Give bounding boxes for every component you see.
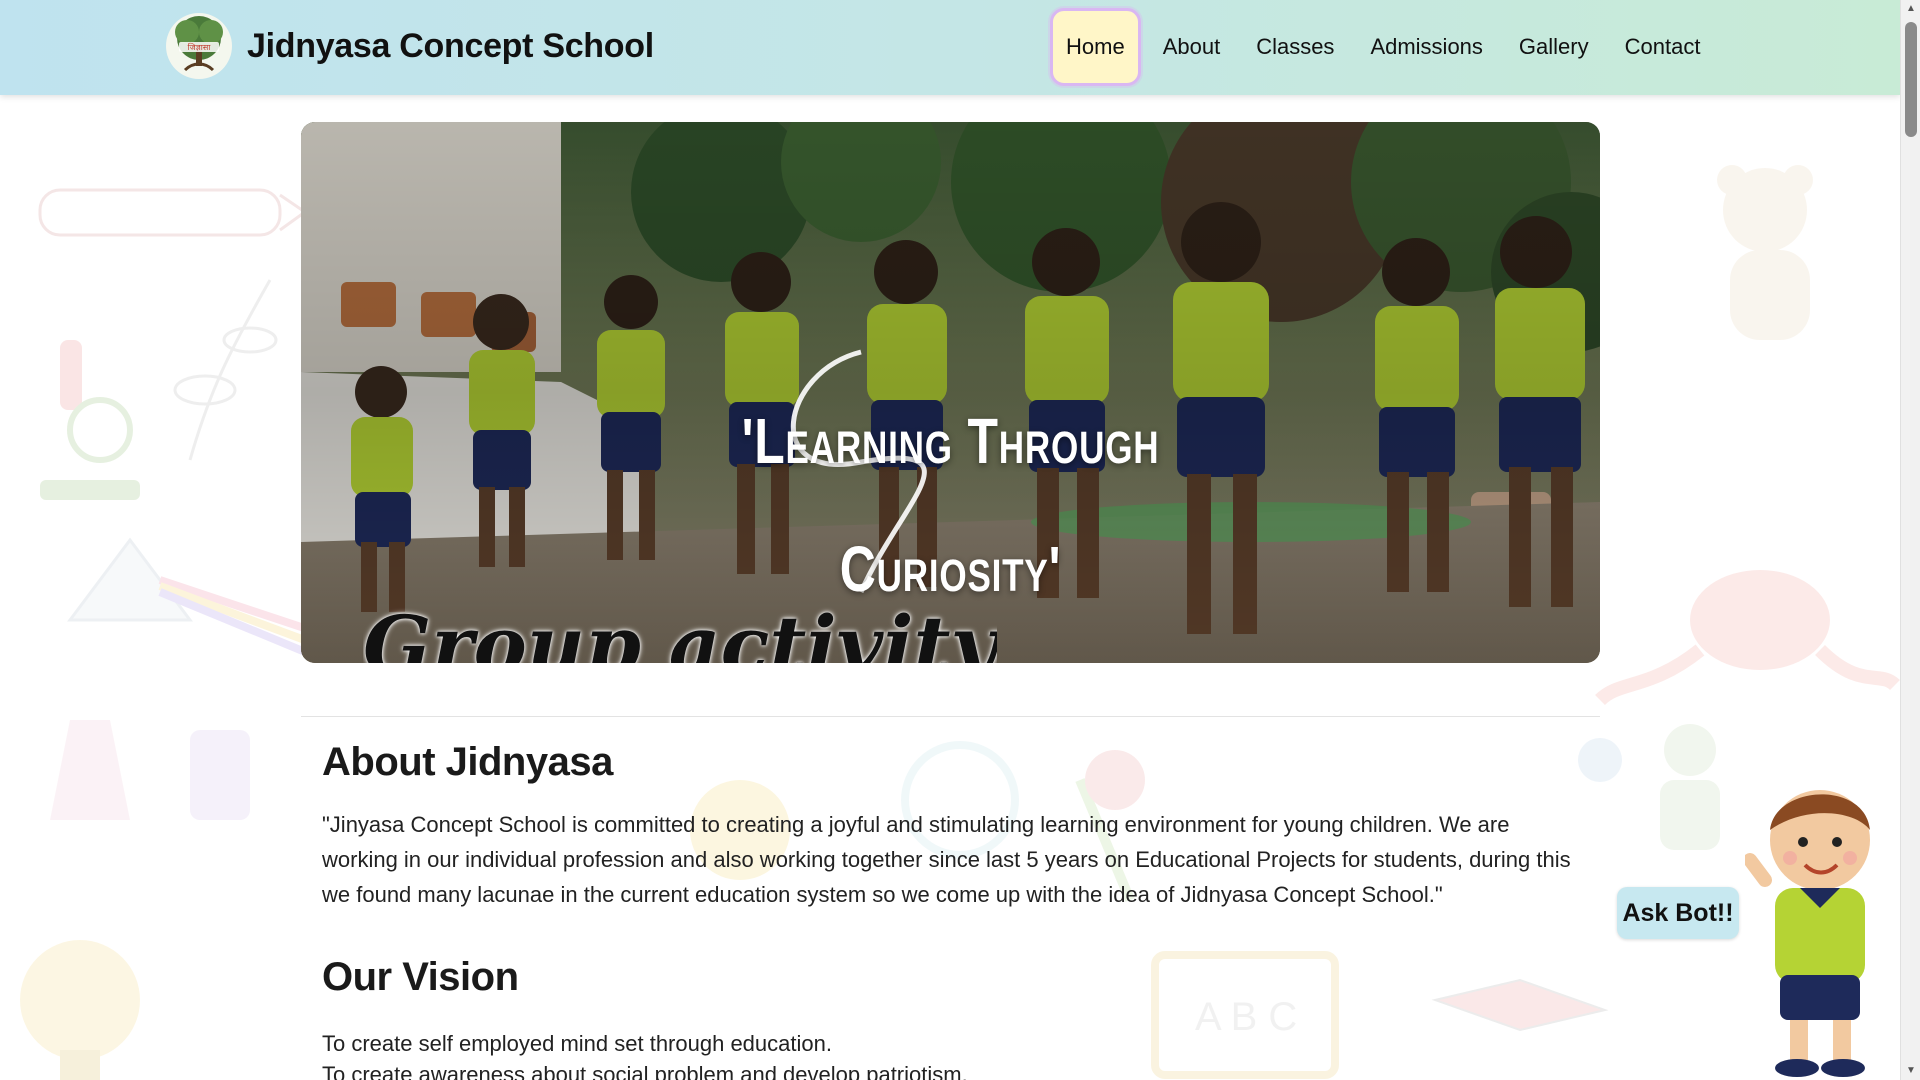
nav-about[interactable]: About bbox=[1145, 8, 1239, 86]
scroll-up-icon[interactable]: ▲ bbox=[1901, 0, 1920, 18]
scroll-thumb[interactable] bbox=[1905, 22, 1917, 137]
logo-wordmark: जिज्ञासा bbox=[188, 42, 212, 52]
tree-logo-icon[interactable]: जिज्ञासा bbox=[165, 12, 233, 80]
pencil-doodle-icon bbox=[38, 188, 308, 237]
vision-heading: Our Vision bbox=[322, 955, 519, 999]
top-navbar: जिज्ञासा Jidnyasa Concept School Home Ab… bbox=[0, 0, 1900, 95]
hero-title-line1: 'Learning Through bbox=[741, 405, 1160, 477]
main-nav: Home About Classes Admissions Gallery Co… bbox=[1050, 8, 1718, 86]
chatbot-mascot-icon[interactable] bbox=[1745, 780, 1885, 1080]
kids-doodle-icon bbox=[1578, 724, 1720, 850]
nav-home[interactable]: Home bbox=[1050, 8, 1141, 86]
vision-item: To create self employed mind set through… bbox=[322, 1031, 832, 1056]
prism-rainbow-icon bbox=[67, 537, 310, 658]
brand-name[interactable]: Jidnyasa Concept School bbox=[247, 27, 654, 66]
lightbulb-doodle-icon bbox=[20, 940, 140, 1080]
microscope-doodle-icon bbox=[40, 340, 140, 500]
about-heading: About Jidnyasa bbox=[322, 740, 613, 784]
page-scrollbar[interactable]: ▲ ▼ bbox=[1900, 0, 1920, 1080]
about-text: "Jinyasa Concept School is committed to … bbox=[322, 812, 1571, 907]
brand[interactable]: जिज्ञासा Jidnyasa Concept School bbox=[165, 12, 654, 80]
beakers-doodle-icon bbox=[50, 720, 250, 820]
octopus-doodle-icon bbox=[1595, 570, 1900, 706]
hero-caption: Group activity bbox=[363, 598, 997, 663]
ask-bot-button[interactable]: Ask Bot!! bbox=[1617, 887, 1739, 939]
section-divider bbox=[301, 716, 1600, 717]
nav-contact[interactable]: Contact bbox=[1607, 8, 1719, 86]
vision-list: To create self employed mind set through… bbox=[322, 1028, 1522, 1080]
nav-admissions[interactable]: Admissions bbox=[1352, 8, 1500, 86]
plant-doodle-icon bbox=[173, 279, 278, 461]
scroll-down-icon[interactable]: ▼ bbox=[1901, 1062, 1920, 1080]
vision-item: To create awareness about social problem… bbox=[322, 1062, 968, 1080]
nav-gallery[interactable]: Gallery bbox=[1501, 8, 1607, 86]
nav-classes[interactable]: Classes bbox=[1238, 8, 1352, 86]
main-content: About Jidnyasa "Jinyasa Concept School i… bbox=[322, 740, 1582, 1080]
teddy-bear-doodle-icon bbox=[1717, 165, 1813, 340]
hero-carousel[interactable]: 'Learning Through Curiosity' bbox=[301, 122, 1600, 663]
